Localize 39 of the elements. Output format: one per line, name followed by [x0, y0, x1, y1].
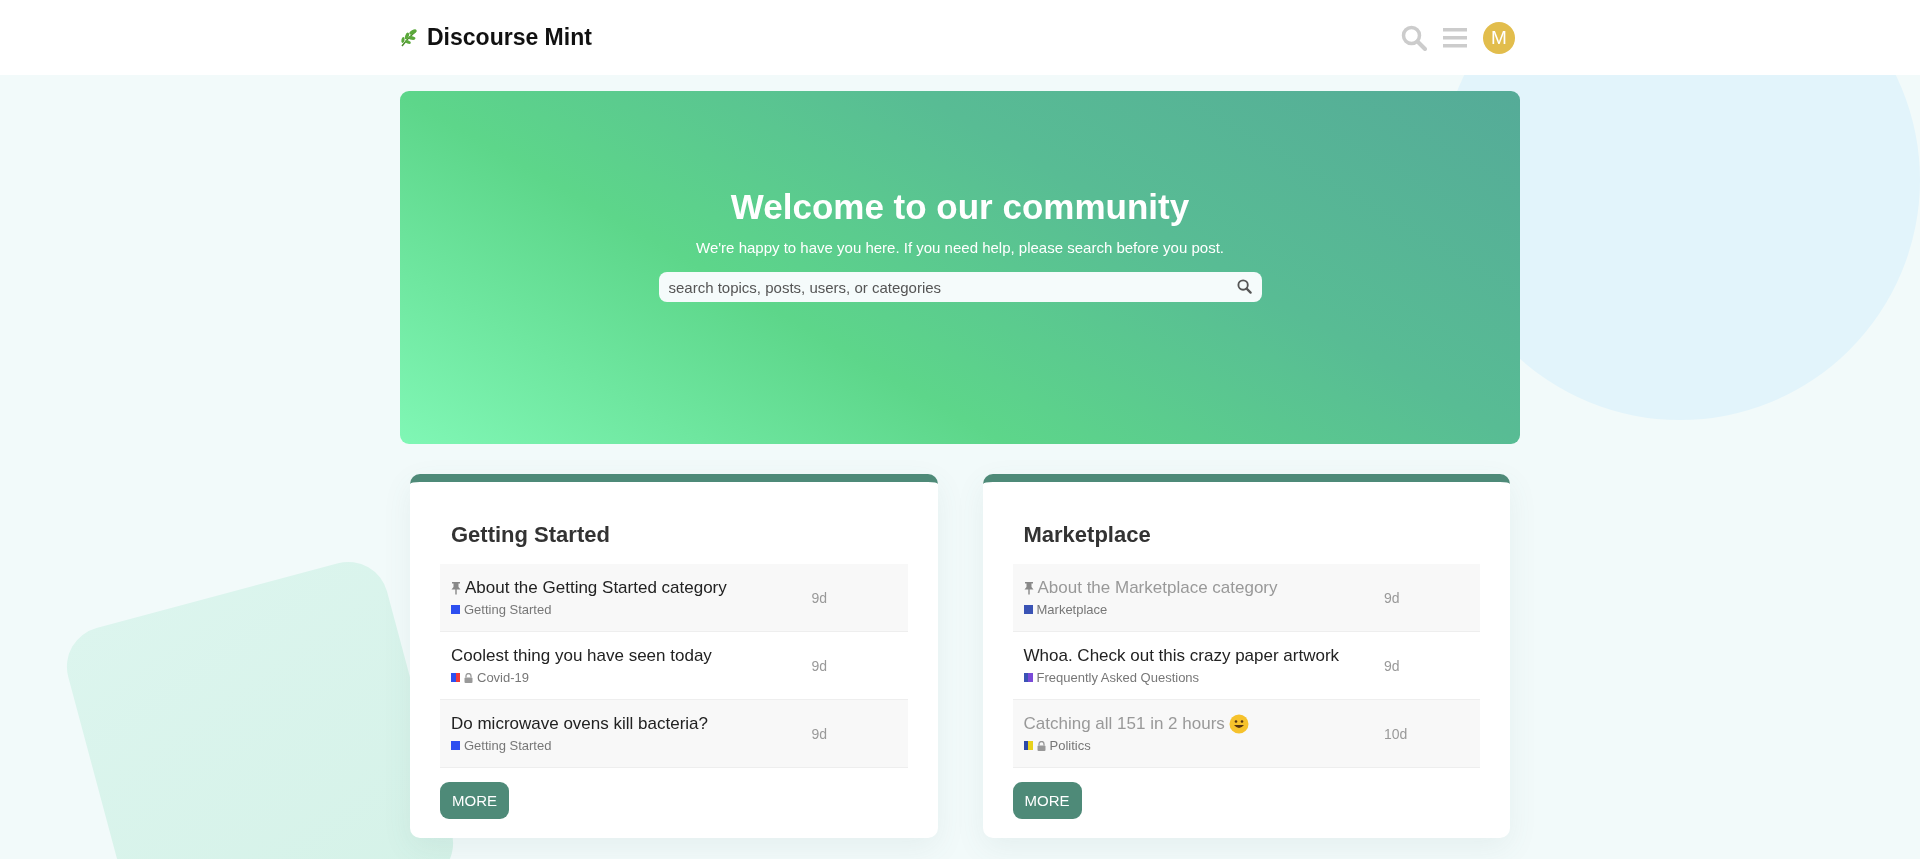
topic-title[interactable]: Do microwave ovens kill bacteria?: [451, 714, 708, 734]
category-badge-icon: [1023, 605, 1033, 614]
category-title[interactable]: Marketplace: [1023, 522, 1480, 548]
category-title[interactable]: Getting Started: [451, 522, 908, 548]
category-name[interactable]: Getting Started: [464, 738, 552, 753]
topic-row[interactable]: About the Getting Started category Getting Started 9d: [440, 564, 908, 632]
topic-title[interactable]: Coolest thing you have seen today: [451, 646, 712, 666]
topic-row[interactable]: Do microwave ovens kill bacteria? Getting Started 9d: [440, 700, 908, 768]
topic-age: 9d: [811, 725, 829, 742]
topic-row[interactable]: Catching all 151 in 2 hours Politics 10d: [1012, 700, 1480, 768]
category-name[interactable]: Politics: [1049, 738, 1091, 753]
category-badge-icon: [1023, 741, 1033, 750]
topic-age: 10d: [1384, 725, 1409, 742]
topic-age: 9d: [811, 589, 829, 606]
more-button[interactable]: MORE: [440, 782, 509, 819]
topic-title[interactable]: About the Getting Started category: [465, 578, 727, 598]
topic-title[interactable]: Catching all 151 in 2 hours: [1023, 714, 1225, 734]
topic-age: 9d: [811, 657, 829, 674]
site-title[interactable]: Discourse Mint: [427, 24, 592, 51]
topic-title[interactable]: Whoa. Check out this crazy paper artwork: [1023, 646, 1340, 666]
category-name[interactable]: Covid-19: [477, 670, 530, 685]
topic-age: 9d: [1384, 589, 1401, 606]
hero-title: Welcome to our community: [730, 187, 1190, 227]
hero-subtitle: We're happy to have you here. If you need help, please search before you post.: [696, 239, 1224, 256]
category-name[interactable]: Frequently Asked Questions: [1036, 670, 1200, 685]
search-field[interactable]: search topics, posts, users, or categories: [658, 272, 1262, 302]
category-name[interactable]: Getting Started: [464, 602, 552, 617]
category-badge-icon: [451, 673, 460, 682]
topic-row[interactable]: About the Marketplace category Marketplace 9d: [1012, 564, 1480, 632]
search-icon[interactable]: [1236, 279, 1252, 294]
menu-icon[interactable]: [1443, 26, 1467, 49]
category-badge-icon: [451, 741, 460, 750]
category-name[interactable]: Marketplace: [1036, 602, 1108, 617]
topic-title[interactable]: About the Marketplace category: [1037, 578, 1278, 598]
category-badge-icon: [1023, 673, 1033, 682]
leaf-icon: [399, 27, 419, 48]
more-button[interactable]: MORE: [1012, 782, 1082, 819]
category-badge-icon: [451, 605, 460, 614]
topic-age: 9d: [1384, 657, 1401, 674]
